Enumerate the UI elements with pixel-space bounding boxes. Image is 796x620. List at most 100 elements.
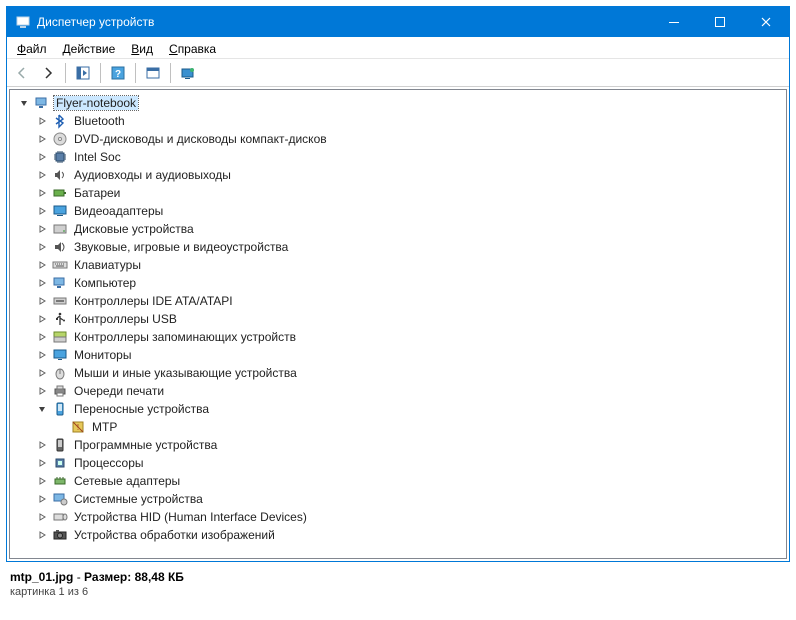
dvd-icon [52,131,68,147]
tree-node[interactable]: Аудиовходы и аудиовыходы [10,166,786,184]
tree-node[interactable]: Устройства HID (Human Interface Devices) [10,508,786,526]
tree-node-label: Устройства обработки изображений [72,528,277,542]
printer-icon [52,383,68,399]
window-title: Диспетчер устройств [37,15,651,29]
tree-node-label: Контроллеры USB [72,312,179,326]
expander-icon[interactable] [34,329,50,345]
tree-node[interactable]: Видеоадаптеры [10,202,786,220]
tree-node[interactable]: Контроллеры запоминающих устройств [10,328,786,346]
refresh-button[interactable] [176,61,200,85]
tree-node[interactable]: Bluetooth [10,112,786,130]
menu-action[interactable]: Действие [63,42,116,56]
tree-node[interactable]: Переносные устройства [10,400,786,418]
toolbar-separator [100,63,101,83]
tree-node[interactable]: Звуковые, игровые и видеоустройства [10,238,786,256]
expander-icon[interactable] [34,401,50,417]
tree-node-label: Мониторы [72,348,133,362]
menu-view[interactable]: Вид [131,42,153,56]
device-tree[interactable]: Flyer-notebook BluetoothDVD-дисководы и д… [9,89,787,559]
expander-icon[interactable] [34,221,50,237]
tree-root[interactable]: Flyer-notebook [10,94,786,112]
expander-icon[interactable] [34,149,50,165]
expander-icon[interactable] [34,257,50,273]
expander-icon[interactable] [34,383,50,399]
expander-icon[interactable] [34,473,50,489]
tree-node[interactable]: Дисковые устройства [10,220,786,238]
expander-icon[interactable] [34,203,50,219]
audio-icon [52,167,68,183]
show-hide-tree-button[interactable] [71,61,95,85]
expander-icon[interactable] [34,131,50,147]
net-icon [52,473,68,489]
expander-icon[interactable] [34,275,50,291]
back-button[interactable] [10,61,34,85]
expander-icon[interactable] [34,347,50,363]
menu-file[interactable]: Файл [17,42,47,56]
tree-node-label: Аудиовходы и аудиовыходы [72,168,233,182]
imaging-icon [52,527,68,543]
tree-node-label: Клавиатуры [72,258,143,272]
toolbar-separator [65,63,66,83]
tree-node-label: Очереди печати [72,384,166,398]
tree-node-label: MTP [90,420,119,434]
device-manager-window: Диспетчер устройств Файл Действие Вид Сп… [6,6,790,562]
caption-index: картинка 1 из 6 [10,585,184,600]
tree-node-label: Контроллеры запоминающих устройств [72,330,298,344]
bt-icon [52,113,68,129]
tree-node[interactable]: Программные устройства [10,436,786,454]
tree-node[interactable]: DVD-дисководы и дисководы компакт-дисков [10,130,786,148]
maximize-button[interactable] [697,7,743,37]
monitor-icon [52,347,68,363]
expander-icon[interactable] [34,527,50,543]
expander-icon[interactable] [34,293,50,309]
expander-icon[interactable] [34,239,50,255]
expander-icon[interactable] [34,491,50,507]
expander-icon[interactable] [34,509,50,525]
minimize-button[interactable] [651,7,697,37]
expander-icon[interactable] [16,95,32,111]
tree-node[interactable]: Контроллеры IDE ATA/ATAPI [10,292,786,310]
warn-icon: ! [70,419,86,435]
tree-node-label: Батареи [72,186,122,200]
keyboard-icon [52,257,68,273]
tree-node-label: Flyer-notebook [54,96,138,110]
caption-size-value: 88,48 КБ [135,570,184,584]
system-icon [52,491,68,507]
tree-node[interactable]: Контроллеры USB [10,310,786,328]
tree-node-label: Системные устройства [72,492,205,506]
tree-node[interactable]: Мониторы [10,346,786,364]
display-icon [52,203,68,219]
forward-button[interactable] [36,61,60,85]
tree-node[interactable]: Процессоры [10,454,786,472]
scan-button[interactable] [141,61,165,85]
tree-node[interactable]: Батареи [10,184,786,202]
tree-node[interactable]: Системные устройства [10,490,786,508]
close-button[interactable] [743,7,789,37]
expander-icon[interactable] [34,167,50,183]
expander-icon[interactable] [34,113,50,129]
menu-bar: Файл Действие Вид Справка [7,37,789,59]
tree-node-label: Intel Soc [72,150,123,164]
mouse-icon [52,365,68,381]
expander-icon[interactable] [34,455,50,471]
tree-node[interactable]: Устройства обработки изображений [10,526,786,544]
tree-node[interactable]: Очереди печати [10,382,786,400]
tree-node[interactable]: Intel Soc [10,148,786,166]
expander-icon[interactable] [34,185,50,201]
svg-text:!: ! [77,423,79,432]
tree-node[interactable]: Компьютер [10,274,786,292]
expander-icon[interactable] [34,311,50,327]
toolbar-separator [170,63,171,83]
portable-icon [52,401,68,417]
tree-node-label: Дисковые устройства [72,222,196,236]
tree-node[interactable]: Мыши и иные указывающие устройства [10,364,786,382]
tree-node[interactable]: Сетевые адаптеры [10,472,786,490]
tree-node[interactable]: Клавиатуры [10,256,786,274]
expander-icon[interactable] [34,365,50,381]
menu-help[interactable]: Справка [169,42,216,56]
tree-node-label: Процессоры [72,456,146,470]
help-button[interactable]: ? [106,61,130,85]
title-bar[interactable]: Диспетчер устройств [7,7,789,37]
tree-child-node[interactable]: ! MTP [10,418,786,436]
expander-icon[interactable] [34,437,50,453]
